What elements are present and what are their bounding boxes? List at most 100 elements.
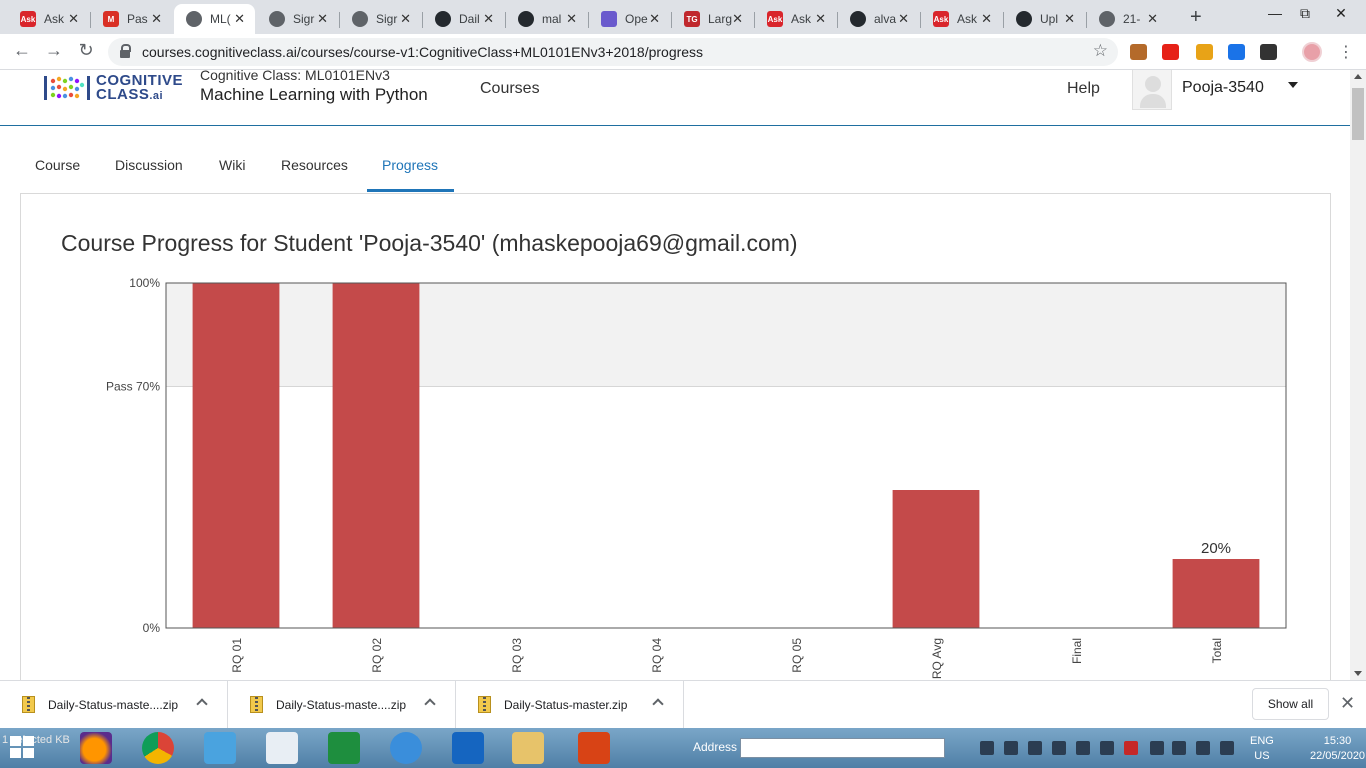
close-tab-icon[interactable]: ✕: [732, 11, 743, 27]
browser-tab[interactable]: ML(✕: [174, 4, 255, 34]
chevron-up-icon[interactable]: [424, 698, 436, 710]
tray-icon[interactable]: [1100, 741, 1114, 755]
tab-title: Sigr: [376, 12, 398, 26]
internet-explorer-icon[interactable]: [390, 732, 422, 764]
tray-icon[interactable]: [1028, 741, 1042, 755]
address-toolbar-input[interactable]: [740, 738, 945, 758]
battery-icon[interactable]: [1150, 741, 1164, 755]
tab-title: Ask: [44, 12, 65, 26]
search-extension-icon[interactable]: [1228, 44, 1245, 60]
tray-icon[interactable]: [1124, 741, 1138, 755]
tab-title: Upl: [1040, 12, 1059, 26]
system-clock[interactable]: 15:30 22/05/2020: [1310, 734, 1365, 764]
download-name: Daily-Status-maste....zip: [276, 698, 407, 712]
address-bar[interactable]: courses.cognitiveclass.ai/courses/course…: [108, 38, 1118, 66]
close-tab-icon[interactable]: ✕: [400, 11, 411, 27]
youtube-extension-icon[interactable]: [1162, 44, 1179, 60]
input-language[interactable]: ENG US: [1250, 734, 1274, 764]
signal-icon[interactable]: [1052, 741, 1066, 755]
atom-icon: [601, 11, 617, 27]
excel-icon[interactable]: [328, 732, 360, 764]
page-scrollbar[interactable]: [1350, 70, 1366, 680]
tab-title: Dail: [459, 12, 480, 26]
download-item[interactable]: Daily-Status-maste....zip: [228, 681, 456, 729]
download-item[interactable]: Daily-Status-master.zip: [456, 681, 684, 729]
tray-icon[interactable]: [1220, 741, 1234, 755]
browser-tab[interactable]: Ask Ask ✕: [921, 4, 1002, 34]
menu-kebab-icon[interactable]: ⋮: [1338, 42, 1354, 62]
bookmark-star-icon[interactable]: ☆: [1093, 41, 1108, 61]
scroll-down-icon[interactable]: [1354, 671, 1362, 676]
tab-title: ML(: [210, 12, 231, 26]
file-explorer-icon[interactable]: [512, 732, 544, 764]
media-extension-icon[interactable]: [1260, 44, 1277, 60]
x-tick-label: RQ 03: [510, 638, 524, 673]
network-icon[interactable]: [1172, 741, 1186, 755]
browser-tab[interactable]: Sigr ✕: [257, 4, 338, 34]
close-tab-icon[interactable]: ✕: [483, 11, 494, 27]
forward-icon[interactable]: →: [42, 40, 66, 61]
browser-tab[interactable]: Upl ✕: [1004, 4, 1085, 34]
close-tab-icon[interactable]: ✕: [317, 11, 328, 27]
bluetooth-icon[interactable]: [1076, 741, 1090, 755]
close-tab-icon[interactable]: ✕: [981, 11, 992, 27]
reload-icon[interactable]: ↻: [74, 40, 98, 61]
windows-taskbar: 1 selected KB Address ENG US 15:30 22/05/…: [0, 728, 1366, 768]
chrome-icon[interactable]: [142, 732, 174, 764]
back-icon[interactable]: ←: [10, 40, 34, 61]
browser-tab[interactable]: Dail ✕: [423, 4, 504, 34]
profile-avatar[interactable]: [1302, 42, 1322, 62]
lock-icon[interactable]: [120, 44, 131, 58]
tg-icon: TG: [684, 11, 700, 27]
browser-tab[interactable]: alva ✕: [838, 4, 919, 34]
new-tab-button[interactable]: +: [1190, 6, 1202, 29]
extension-icon[interactable]: [1130, 44, 1147, 60]
tab-title: Ask: [791, 12, 812, 26]
x-tick-label: RQ 02: [370, 638, 384, 673]
browser-tab[interactable]: Sigr ✕: [340, 4, 421, 34]
close-tab-icon[interactable]: ✕: [234, 11, 245, 27]
clock-date: 22/05/2020: [1310, 750, 1366, 762]
browser-tab[interactable]: M Pas ✕: [91, 4, 172, 34]
volume-icon[interactable]: [1196, 741, 1210, 755]
close-tab-icon[interactable]: ✕: [151, 11, 162, 27]
close-downloads-icon[interactable]: ✕: [1340, 693, 1355, 714]
close-tab-icon[interactable]: ✕: [1064, 11, 1075, 27]
browser-tab[interactable]: Ask Ask ✕: [755, 4, 836, 34]
tab-title: Larg: [708, 12, 733, 26]
tray-icon[interactable]: [980, 741, 994, 755]
download-item[interactable]: Daily-Status-maste....zip: [0, 681, 228, 729]
browser-tab[interactable]: mal ✕: [506, 4, 587, 34]
close-tab-icon[interactable]: ✕: [68, 11, 79, 27]
browser-tab[interactable]: Ope ✕: [589, 4, 670, 34]
browser-tab[interactable]: Ask Ask ✕: [8, 4, 89, 34]
windows-start-icon[interactable]: [10, 736, 36, 760]
close-tab-icon[interactable]: ✕: [1147, 11, 1158, 27]
chevron-up-icon[interactable]: [652, 698, 664, 710]
y-tick-label: 100%: [129, 276, 160, 290]
tab-title: Ask: [957, 12, 978, 26]
mail-icon[interactable]: [204, 732, 236, 764]
firefox-icon[interactable]: [80, 732, 112, 764]
tray-icon[interactable]: [1004, 741, 1018, 755]
close-tab-icon[interactable]: ✕: [566, 11, 577, 27]
close-tab-icon[interactable]: ✕: [649, 11, 660, 27]
close-window-button[interactable]: ✕: [1318, 0, 1364, 30]
chevron-up-icon[interactable]: [196, 698, 208, 710]
close-tab-icon[interactable]: ✕: [815, 11, 826, 27]
home-icon[interactable]: [266, 732, 298, 764]
x-tick-label: RQ Avg: [930, 638, 944, 679]
app-icon[interactable]: [578, 732, 610, 764]
browser-tab[interactable]: 21- ✕: [1087, 4, 1168, 34]
browser-tab[interactable]: TG Larg ✕: [672, 4, 753, 34]
zip-file-icon: [22, 696, 35, 713]
globe-icon: [269, 11, 285, 27]
url-text[interactable]: courses.cognitiveclass.ai/courses/course…: [142, 44, 703, 60]
close-tab-icon[interactable]: ✕: [898, 11, 909, 27]
scroll-up-icon[interactable]: [1354, 74, 1362, 79]
ask-icon: Ask: [933, 11, 949, 27]
download-extension-icon[interactable]: [1196, 44, 1213, 60]
scroll-thumb[interactable]: [1352, 88, 1364, 140]
maxthon-icon[interactable]: [452, 732, 484, 764]
show-all-downloads-button[interactable]: Show all: [1252, 688, 1329, 720]
